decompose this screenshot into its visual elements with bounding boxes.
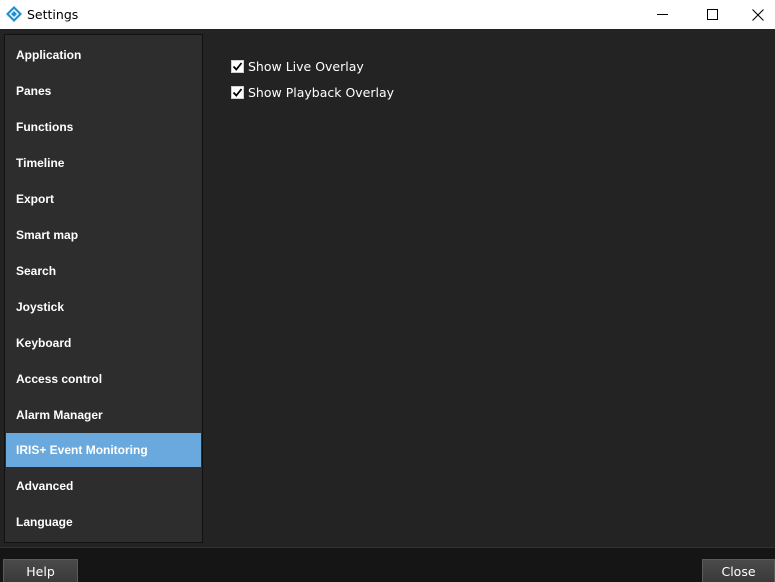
checkmark-icon [232, 88, 243, 97]
sidebar-item-label: Export [16, 192, 55, 206]
sidebar-item-label: Search [16, 264, 57, 278]
sidebar-item-advanced[interactable]: Advanced [6, 469, 201, 503]
sidebar-item-label: Language [16, 515, 73, 529]
sidebar-item-smart-map[interactable]: Smart map [6, 218, 201, 252]
sidebar-item-label: Access control [16, 372, 103, 386]
sidebar-item-iris-event-monitoring[interactable]: IRIS+ Event Monitoring [6, 433, 201, 467]
footer-bar: Help Close [0, 547, 775, 582]
sidebar-item-label: Smart map [16, 228, 79, 242]
sidebar-item-label: IRIS+ Event Monitoring [16, 443, 148, 457]
sidebar-item-export[interactable]: Export [6, 182, 201, 216]
sidebar-item-label: Panes [16, 84, 52, 98]
sidebar-item-panes[interactable]: Panes [6, 74, 201, 108]
sidebar-item-keyboard[interactable]: Keyboard [6, 326, 201, 360]
maximize-icon [707, 9, 718, 20]
sidebar-item-functions[interactable]: Functions [6, 110, 201, 144]
sidebar-item-label: Timeline [16, 156, 65, 170]
show-playback-overlay-checkbox[interactable] [231, 86, 244, 99]
settings-sidebar: Application Panes Functions Timeline Exp… [4, 34, 203, 543]
window-title: Settings [27, 7, 79, 22]
minimize-icon [657, 9, 668, 20]
close-button[interactable]: Close [702, 559, 775, 582]
sidebar-item-label: Advanced [16, 479, 74, 493]
title-bar: Settings [0, 0, 775, 29]
sidebar-item-label: Alarm Manager [16, 408, 103, 422]
minimize-button[interactable] [640, 0, 685, 29]
show-playback-overlay-option[interactable]: Show Playback Overlay [231, 85, 394, 100]
close-icon [751, 8, 764, 21]
sidebar-item-access-control[interactable]: Access control [6, 362, 201, 396]
show-live-overlay-checkbox[interactable] [231, 60, 244, 73]
sidebar-item-language[interactable]: Language [6, 505, 201, 539]
maximize-button[interactable] [690, 0, 735, 29]
sidebar-item-label: Keyboard [16, 336, 72, 350]
checkmark-icon [232, 62, 243, 71]
sidebar-item-application[interactable]: Application [6, 38, 201, 72]
sidebar-item-joystick[interactable]: Joystick [6, 290, 201, 324]
show-live-overlay-label: Show Live Overlay [248, 59, 364, 74]
help-button[interactable]: Help [3, 559, 78, 582]
sidebar-item-search[interactable]: Search [6, 254, 201, 288]
sidebar-item-label: Functions [16, 120, 74, 134]
sidebar-item-alarm-manager[interactable]: Alarm Manager [6, 398, 201, 432]
sidebar-item-label: Application [16, 48, 82, 62]
close-window-button[interactable] [735, 0, 775, 29]
show-live-overlay-option[interactable]: Show Live Overlay [231, 59, 364, 74]
show-playback-overlay-label: Show Playback Overlay [248, 85, 395, 100]
sidebar-item-label: Joystick [16, 300, 65, 314]
sidebar-item-timeline[interactable]: Timeline [6, 146, 201, 180]
app-logo-icon [6, 6, 22, 22]
